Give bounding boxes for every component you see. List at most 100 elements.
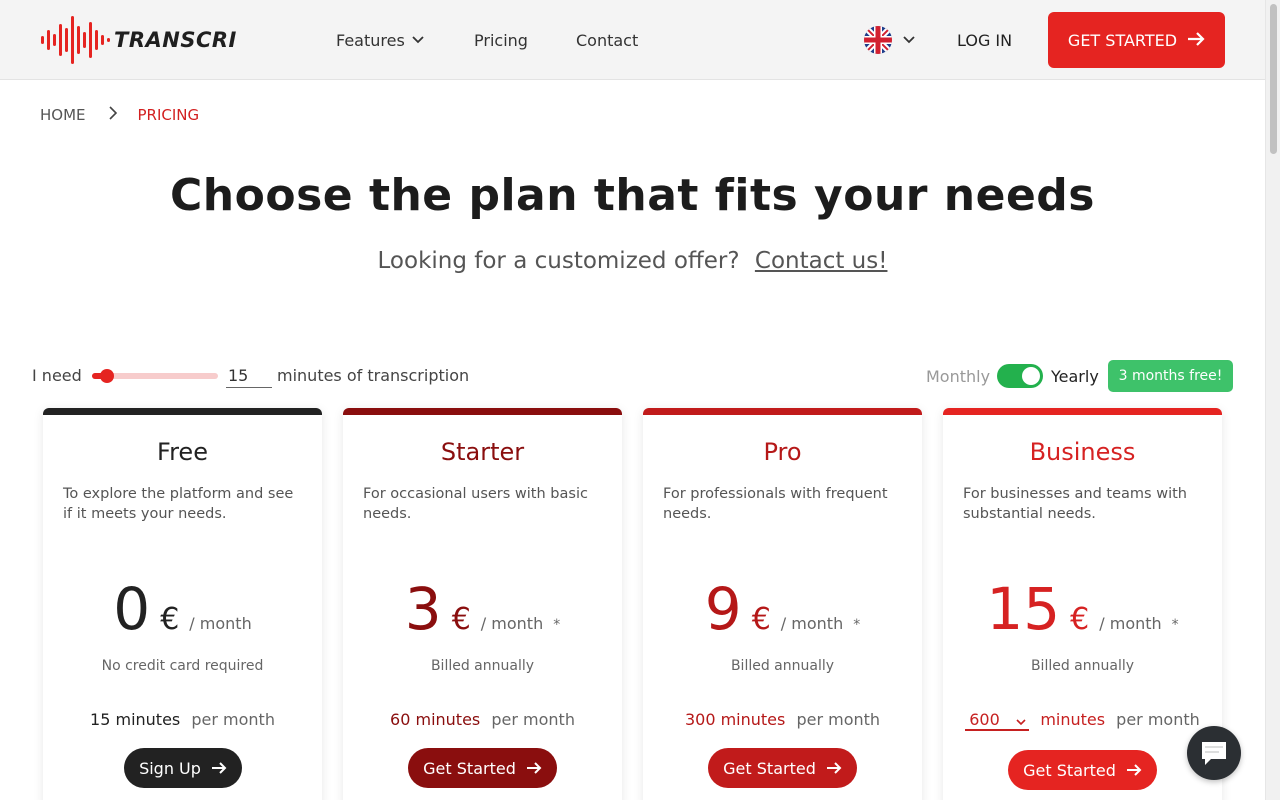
nav-features-label: Features	[336, 30, 405, 50]
price-row: 15 € / month *	[943, 574, 1222, 644]
arrow-right-icon	[1187, 31, 1205, 50]
plan-minutes: 15 minutes per month	[43, 710, 322, 729]
plan-period: / month	[480, 614, 544, 633]
need-label: I need	[32, 366, 82, 385]
minutes-slider-thumb[interactable]	[99, 369, 114, 383]
site-header: TRANSCRI Features Pricing Contact LOG IN…	[0, 0, 1265, 80]
login-link[interactable]: LOG IN	[957, 0, 1012, 80]
billing-note: No credit card required	[101, 658, 264, 674]
plan-price: 15	[986, 575, 1061, 643]
billing-toggle-knob	[1022, 367, 1040, 385]
breadcrumb: HOME PRICING	[40, 106, 199, 124]
plan-minutes-unit: minutes	[1040, 710, 1106, 729]
page-title: Choose the plan that fits your needs	[170, 170, 1095, 221]
arrow-right-icon	[1126, 761, 1142, 780]
plan-minutes: 600 minutes per month	[943, 710, 1222, 731]
nav-pricing[interactable]: Pricing	[474, 0, 528, 80]
plan-minutes-per: per month	[491, 710, 575, 729]
plan-minutes-value: 300 minutes	[684, 710, 786, 729]
plan-period: / month	[189, 614, 252, 633]
page-scrollbar[interactable]	[1265, 0, 1280, 800]
get-started-button[interactable]: GET STARTED	[1048, 12, 1225, 68]
breadcrumb-home[interactable]: HOME	[40, 106, 86, 124]
plan-description: To explore the platform and see if it me…	[63, 486, 294, 522]
chevron-down-icon	[902, 31, 916, 50]
sign-up-label: Sign Up	[139, 758, 201, 778]
card-top-bar	[643, 408, 922, 415]
plan-description: For occasional users with basic needs.	[363, 486, 588, 522]
plan-name: Business	[1029, 438, 1136, 466]
card-top-bar	[343, 408, 622, 415]
arrow-right-icon	[211, 759, 227, 778]
sign-up-button[interactable]: Sign Up	[124, 748, 242, 788]
chevron-down-icon	[1015, 713, 1027, 732]
soundwave-logo-icon	[41, 16, 110, 64]
price-row: 9 € / month *	[643, 574, 922, 644]
plan-name: Free	[157, 438, 208, 466]
plan-price: 3	[404, 575, 442, 643]
get-started-label: Get Started	[723, 758, 816, 778]
plan-card-starter: Starter For occasional users with basic …	[343, 408, 622, 800]
nav-features[interactable]: Features	[336, 0, 425, 80]
plan-minutes-per: per month	[1116, 710, 1200, 729]
get-started-label: GET STARTED	[1067, 30, 1178, 50]
chevron-down-icon	[411, 31, 425, 50]
subtitle-text: Looking for a customized offer?	[377, 248, 740, 274]
plan-currency: €	[1070, 602, 1090, 637]
uk-flag-icon	[864, 26, 892, 54]
get-started-label: Get Started	[1023, 760, 1116, 780]
plan-minutes: 300 minutes per month	[643, 710, 922, 729]
plan-name: Starter	[440, 438, 525, 466]
price-row: 0 € / month	[43, 574, 322, 644]
page-subtitle: Looking for a customized offer? Contact …	[0, 248, 1265, 274]
card-top-bar	[943, 408, 1222, 415]
logo[interactable]: TRANSCRI	[40, 16, 237, 64]
get-started-starter-button[interactable]: Get Started	[408, 748, 557, 788]
plan-price: 0	[113, 575, 151, 643]
footnote-mark: *	[1171, 617, 1179, 633]
plan-minutes-per: per month	[796, 710, 881, 729]
breadcrumb-current: PRICING	[137, 106, 200, 124]
minutes-select-value: 600	[969, 710, 1000, 729]
plan-period: / month	[780, 614, 844, 633]
plan-currency: €	[751, 602, 771, 637]
footnote-mark: *	[553, 617, 561, 633]
plan-card-business: Business For businesses and teams with s…	[943, 408, 1222, 800]
price-row: 3 € / month *	[343, 574, 622, 644]
plan-price: 9	[704, 575, 742, 643]
minutes-input[interactable]	[226, 364, 272, 388]
nav-contact[interactable]: Contact	[576, 0, 638, 80]
plan-period: / month	[1099, 614, 1162, 633]
chevron-right-icon	[108, 106, 118, 124]
plan-minutes-per: per month	[191, 710, 275, 729]
plan-description: For businesses and teams with substantia…	[963, 486, 1187, 522]
plan-minutes-value: 15 minutes	[90, 710, 181, 729]
language-selector[interactable]	[864, 26, 916, 54]
plan-card-pro: Pro For professionals with frequent need…	[643, 408, 922, 800]
billing-note: Billed annually	[430, 658, 535, 674]
footnote-mark: *	[853, 617, 861, 633]
billing-note: Billed annually	[730, 658, 835, 674]
plan-description: For professionals with frequent needs.	[663, 486, 888, 522]
minutes-select[interactable]: 600	[965, 710, 1030, 732]
contact-us-link[interactable]: Contact us!	[755, 248, 888, 274]
get-started-business-button[interactable]: Get Started	[1008, 750, 1157, 790]
free-months-badge: 3 months free!	[1108, 360, 1233, 392]
card-top-bar	[43, 408, 322, 415]
plan-currency: €	[451, 602, 471, 637]
arrow-right-icon	[526, 759, 542, 778]
logo-text: TRANSCRI	[114, 28, 237, 52]
billing-toggle[interactable]	[997, 364, 1043, 388]
get-started-label: Get Started	[423, 758, 516, 778]
plan-minutes-value: 60 minutes	[390, 710, 481, 729]
billing-yearly-label[interactable]: Yearly	[1051, 367, 1099, 386]
plan-minutes: 60 minutes per month	[343, 710, 622, 729]
get-started-pro-button[interactable]: Get Started	[708, 748, 857, 788]
billing-monthly-label[interactable]: Monthly	[926, 367, 990, 386]
scrollbar-thumb[interactable]	[1270, 4, 1277, 154]
minutes-label: minutes of transcription	[277, 366, 470, 385]
plan-name: Pro	[763, 438, 802, 466]
plan-currency: €	[160, 602, 180, 637]
billing-note: Billed annually	[1030, 658, 1135, 674]
chat-bubble-icon[interactable]	[1187, 726, 1241, 780]
